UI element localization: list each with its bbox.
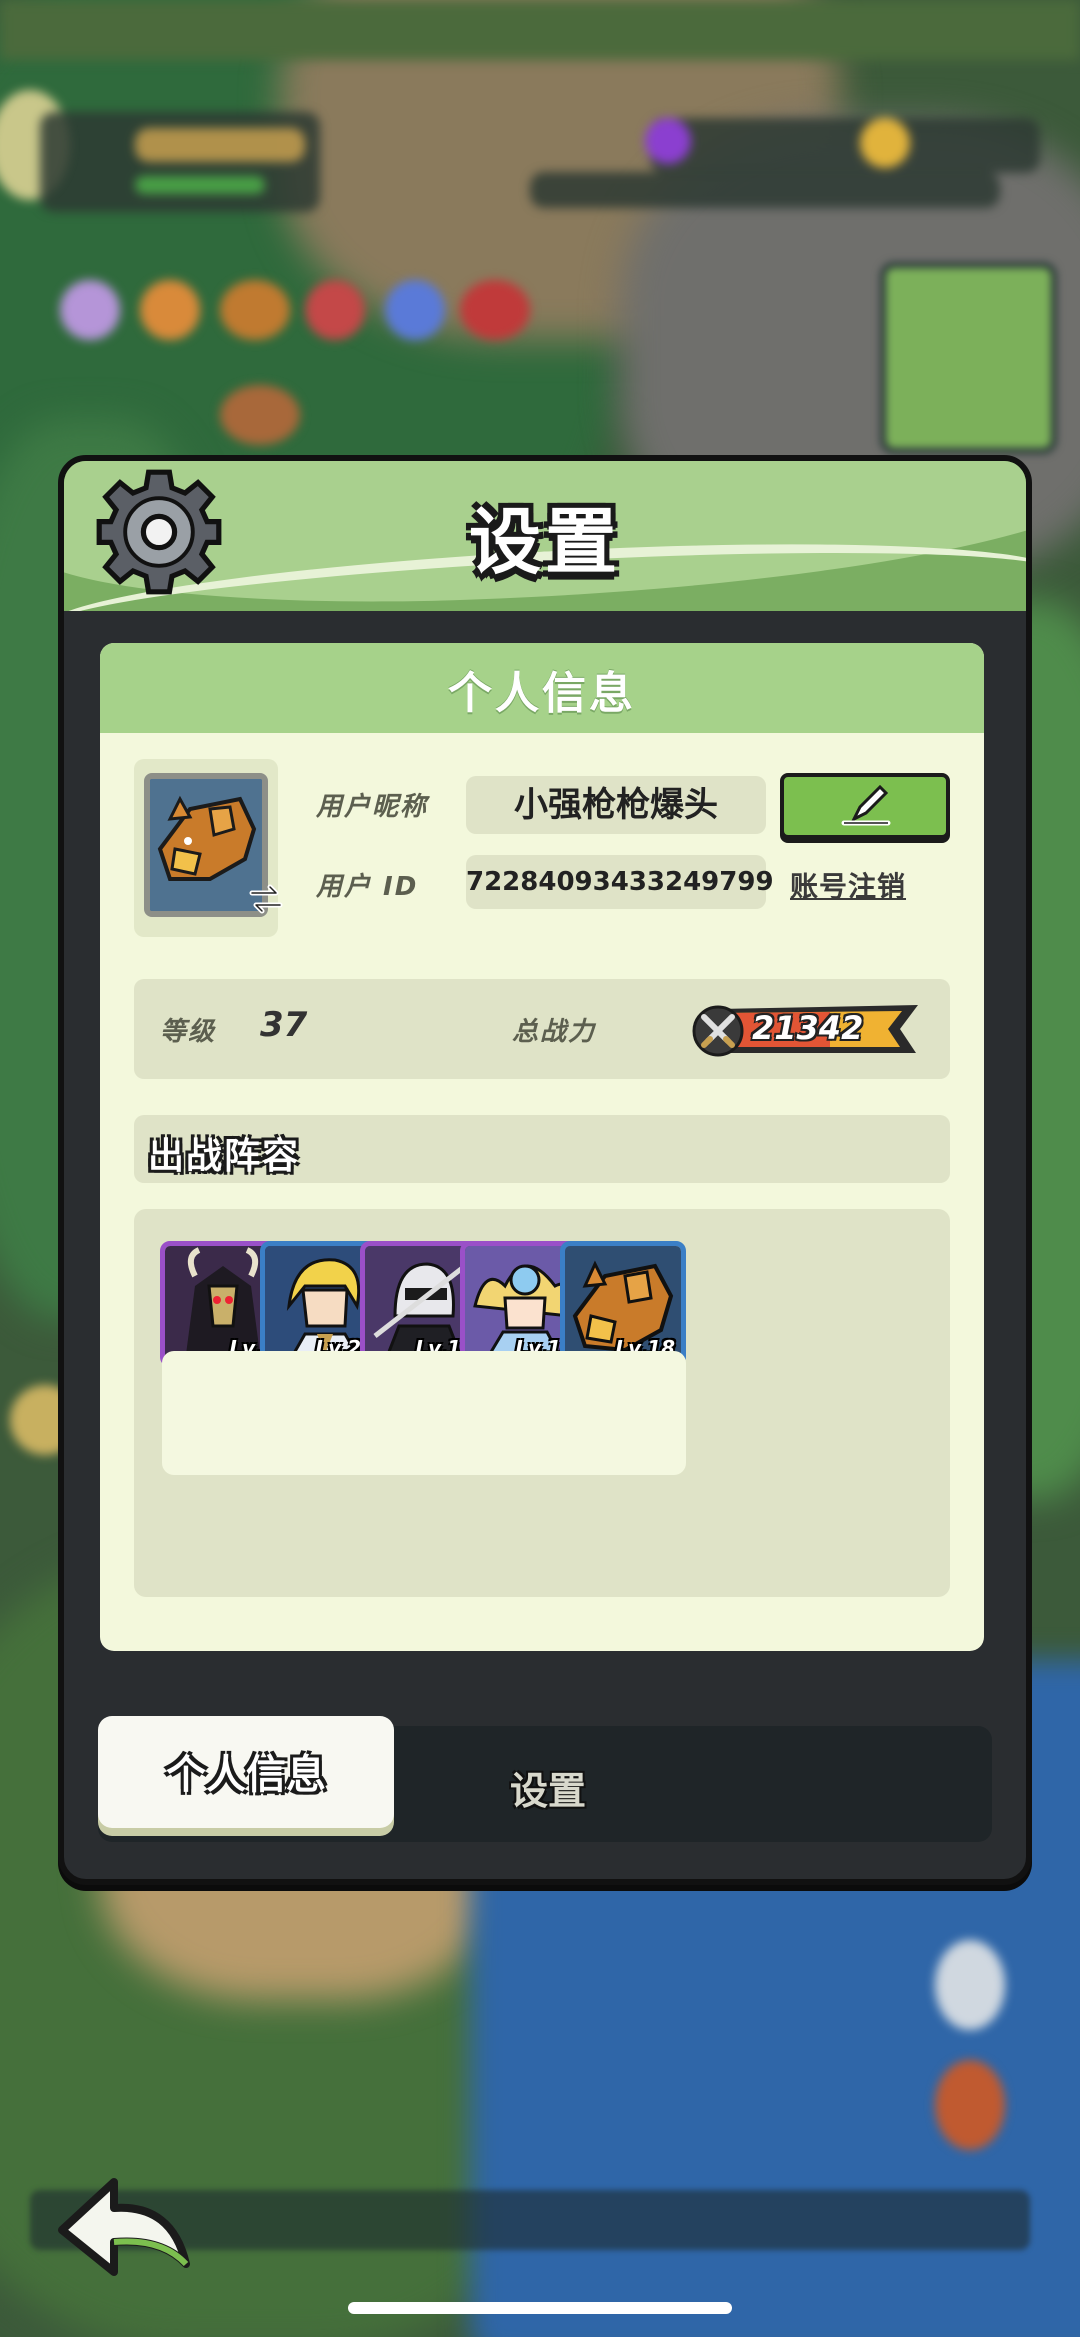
user-id-label: 用户 ID <box>316 872 419 902</box>
pencil-icon <box>841 784 891 826</box>
dialog-title: 设置 <box>468 500 621 584</box>
stats-row: 等级 37 总战力 21342 <box>134 979 950 1079</box>
team-section-title: 出战阵容 <box>148 1136 301 1177</box>
power-label: 总战力 <box>512 1017 597 1047</box>
power-badge: 21342 <box>690 1001 926 1057</box>
back-arrow-icon[interactable] <box>52 2168 202 2288</box>
edit-nickname-button[interactable] <box>780 773 950 839</box>
tab-profile-label: 个人信息 <box>166 1752 326 1798</box>
nickname-label: 用户昵称 <box>316 792 429 822</box>
profile-section-title: 个人信息 <box>448 668 636 719</box>
avatar[interactable] <box>134 759 283 937</box>
profile-card-header: 个人信息 <box>100 643 984 733</box>
tab-settings[interactable]: 设置 <box>398 1760 698 1815</box>
cancel-account-link[interactable]: 账号注销 <box>790 865 906 905</box>
tab-profile[interactable]: 个人信息 <box>98 1716 394 1828</box>
level-value: 37 <box>260 1005 308 1045</box>
team-section-header: 出战阵容 <box>134 1115 950 1183</box>
power-value: 21342 <box>752 1009 864 1047</box>
swap-arrows-icon[interactable] <box>246 879 286 919</box>
minimap <box>880 262 1057 454</box>
user-id-field: 72284093433249799 <box>466 855 774 909</box>
tab-bar: 个人信息 设置 <box>98 1716 992 1842</box>
home-indicator[interactable] <box>348 2302 732 2314</box>
team-lineup: Lv.9 Lv.22 Lv.17 Lv.18 Lv.18 <box>134 1209 950 1597</box>
level-label: 等级 <box>160 1017 217 1047</box>
nickname-field: 小强枪枪爆头 <box>466 776 766 834</box>
empty-slot[interactable] <box>562 1351 686 1475</box>
hero-slot-5[interactable]: Lv.18 <box>560 1241 686 1367</box>
profile-card: 个人信息 用户昵称 小强枪枪爆头 用户 ID 72284093433249799… <box>100 643 984 1651</box>
settings-dialog: 设置 个人信息 用户昵称 小强枪枪爆头 用户 ID 72284093433249… <box>58 455 1032 1885</box>
crossed-swords-icon <box>701 1014 735 1048</box>
